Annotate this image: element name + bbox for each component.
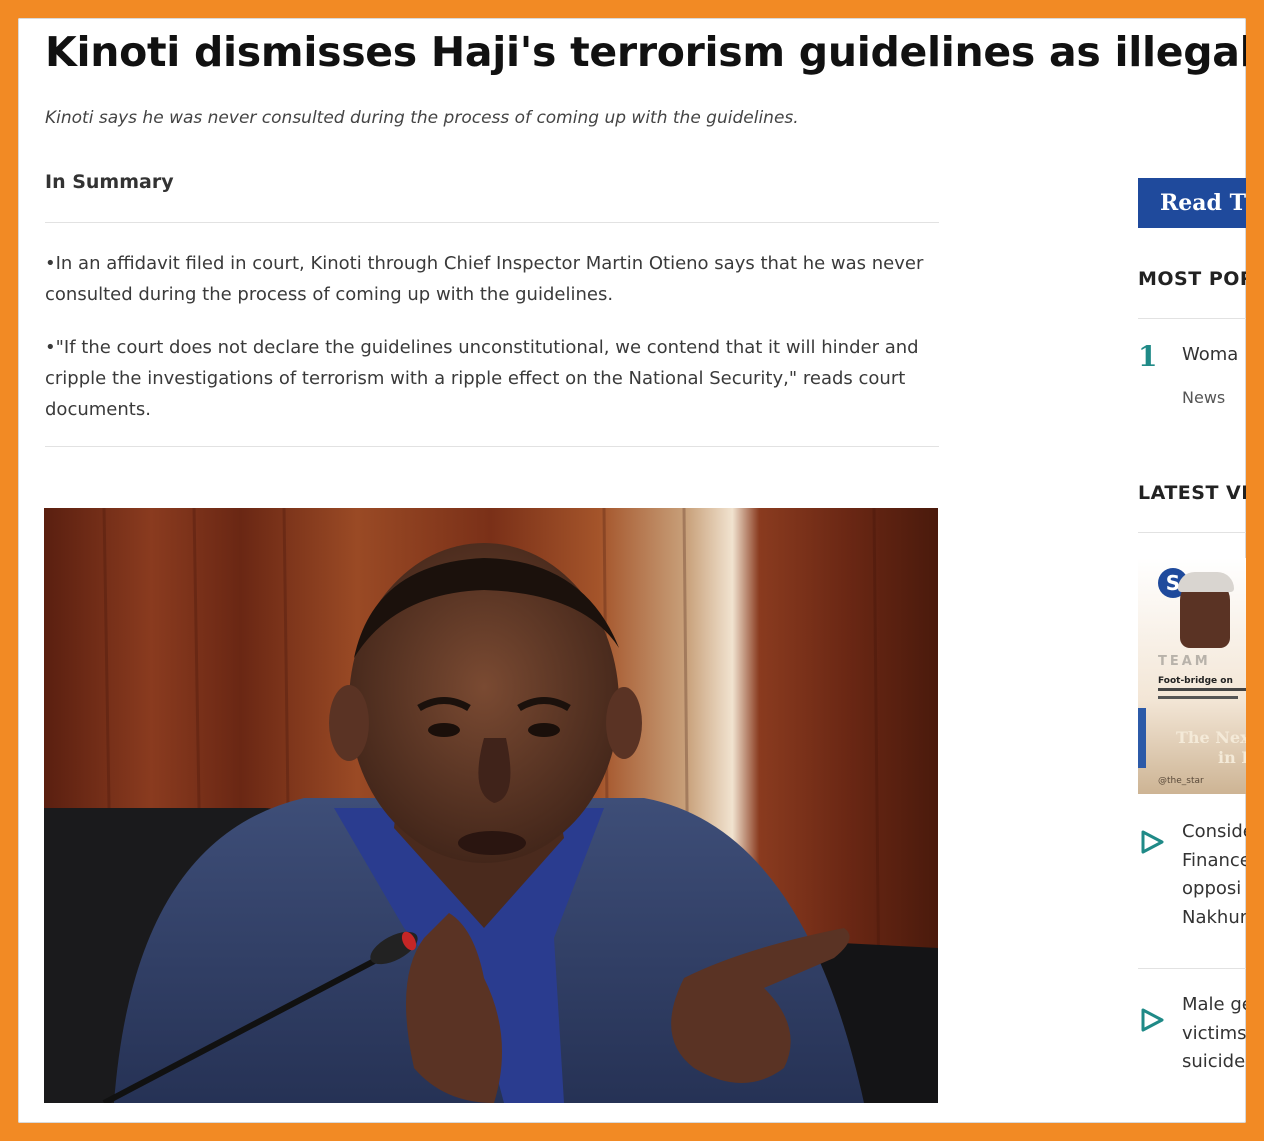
summary-heading: In Summary: [45, 171, 174, 193]
thumbnail-handle: @the_star: [1158, 776, 1204, 786]
thumbnail-overlay-2: in R: [1218, 748, 1246, 767]
summary-bullet-2: •"If the court does not declare the guid…: [45, 337, 919, 420]
thumbnail-cap: [1178, 572, 1234, 592]
play-icon[interactable]: [1140, 830, 1164, 854]
read-button[interactable]: Read Th: [1138, 178, 1246, 228]
thumbnail-overlay: The Nex: [1176, 728, 1246, 747]
thumbnail-text-line: [1158, 688, 1246, 691]
video-title-line: opposi: [1182, 878, 1242, 899]
divider: [1138, 318, 1246, 319]
video-title-line: victims: [1182, 1022, 1246, 1044]
thumbnail-headline: Foot-bridge on: [1158, 676, 1233, 686]
divider: [1138, 532, 1246, 533]
video-thumbnail[interactable]: S TEAM Foot-bridge on The Nex in R @the_…: [1138, 558, 1246, 794]
video-title-line: Nakhur: [1182, 906, 1246, 928]
divider: [45, 446, 939, 447]
article-subtitle: Kinoti says he was never consulted durin…: [45, 108, 799, 128]
thumbnail-brand: TEAM: [1158, 654, 1211, 669]
divider: [45, 222, 939, 223]
popular-item-title[interactable]: Woma: [1182, 344, 1238, 365]
sidebar: Read Th MOST POP 1 Woma News LATEST VID …: [1138, 18, 1246, 1123]
thumbnail-text-line: [1158, 696, 1238, 699]
play-icon[interactable]: [1140, 1008, 1164, 1032]
summary-bullet-1: •In an affidavit filed in court, Kinoti …: [45, 253, 924, 305]
thumbnail-accent: [1138, 708, 1146, 768]
video-title-line: suicide: [1182, 1051, 1246, 1072]
video-title-line: Conside: [1182, 821, 1246, 842]
popular-item-tag[interactable]: News: [1182, 388, 1225, 407]
most-popular-heading: MOST POP: [1138, 268, 1246, 290]
divider: [1138, 968, 1246, 969]
video-title-line: Male ge: [1182, 994, 1246, 1015]
video-item-title[interactable]: Male ge victims suicide: [1182, 991, 1246, 1077]
latest-videos-heading: LATEST VID: [1138, 482, 1246, 504]
video-item-title[interactable]: Conside Finance opposi Nakhur: [1182, 818, 1246, 932]
article-photo: [44, 508, 938, 1103]
page-frame: Kinoti dismisses Haji's terrorism guidel…: [18, 18, 1246, 1123]
article-title: Kinoti dismisses Haji's terrorism guidel…: [45, 28, 1246, 76]
video-title-line: Finance: [1182, 849, 1246, 871]
popular-rank: 1: [1138, 340, 1158, 373]
